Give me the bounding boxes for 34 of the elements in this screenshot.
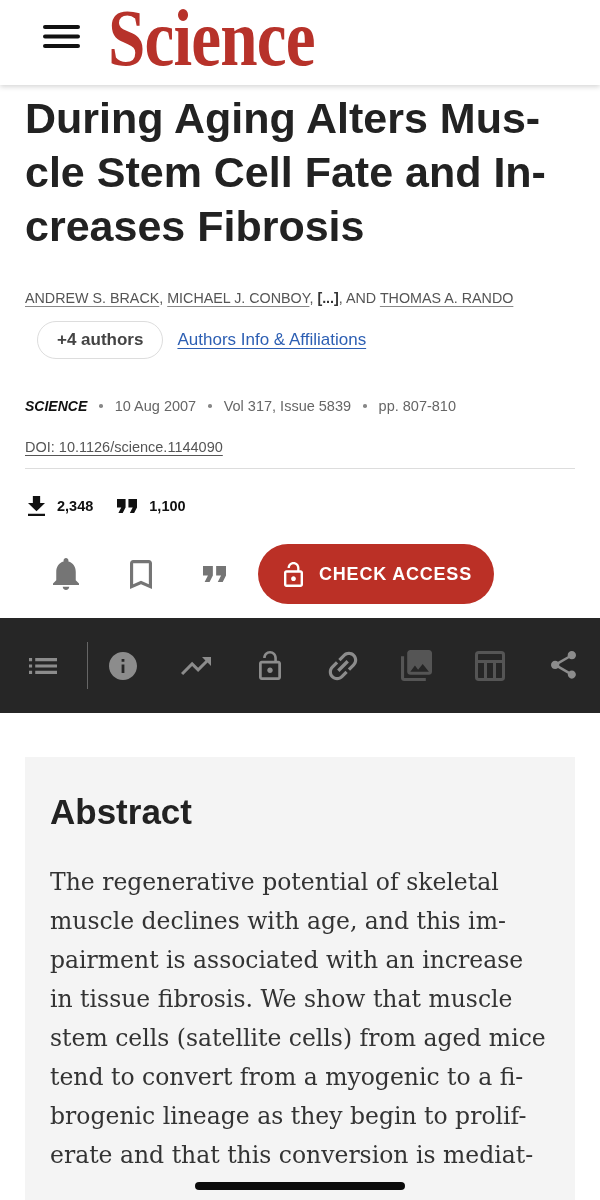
citation-detail: Vol 317, Issue 5839	[223, 398, 352, 414]
trending-up-icon[interactable]	[181, 656, 212, 675]
doi-link[interactable]: DOI: 10.1126/science.1144090	[25, 439, 223, 455]
quote-icon[interactable]	[203, 566, 226, 582]
info-icon[interactable]	[109, 651, 137, 680]
citation-detail: pp. 807-810	[378, 398, 456, 414]
more-authors-button[interactable]: +4 authors	[37, 321, 164, 359]
separator-dot-icon	[363, 404, 367, 408]
affiliations-link[interactable]: Authors Info & Affiliations	[177, 330, 367, 350]
separator-dot-icon	[99, 404, 103, 408]
bell-icon[interactable]	[53, 558, 79, 590]
journal-name: SCIENCE	[25, 398, 88, 414]
quote-icon	[117, 499, 138, 513]
padlock-icon	[284, 561, 303, 587]
link-icon[interactable]	[328, 650, 359, 681]
science-logo[interactable]: Science	[108, 0, 315, 78]
citation-detail: 10 Aug 2007	[114, 398, 197, 414]
metric-count: 1,100	[149, 498, 186, 514]
author-ellipsis[interactable]: [...]	[317, 290, 339, 306]
padlock-icon[interactable]	[258, 651, 281, 680]
share-icon[interactable]	[550, 651, 576, 680]
author-list: ANDREW S. BRACK, MICHAEL J. CONBOY, [...], AND THOMAS A. RANDO	[25, 288, 575, 308]
list-icon[interactable]	[29, 657, 57, 674]
author-link[interactable]: THOMAS A. RANDO	[379, 290, 514, 306]
check-access-button[interactable]: CHECK ACCESS	[258, 544, 494, 604]
separator-dot-icon	[208, 404, 212, 408]
metric-count: 2,348	[57, 498, 94, 514]
abstract-text: The regenerative potential of skeletal muscle declines with age, and this im- pairment is associated with an increase in tissue fibrosis. We show that muscle stem cells (satellite cells) from aged mice tend to convert from a myogenic to a fi- brogenic lineage as they begin to prolif- erate and that this conversion is mediat-	[50, 867, 547, 1171]
author-link[interactable]: MICHAEL J. CONBOY	[167, 290, 310, 306]
bookmark-icon[interactable]	[130, 559, 152, 589]
abstract-heading: Abstract	[50, 791, 193, 833]
menu-icon[interactable]	[43, 25, 80, 48]
download-icon	[28, 496, 45, 516]
article-title: During Aging Alters Mus- cle Stem Cell Fate and In- creases Fibrosis	[25, 93, 547, 252]
